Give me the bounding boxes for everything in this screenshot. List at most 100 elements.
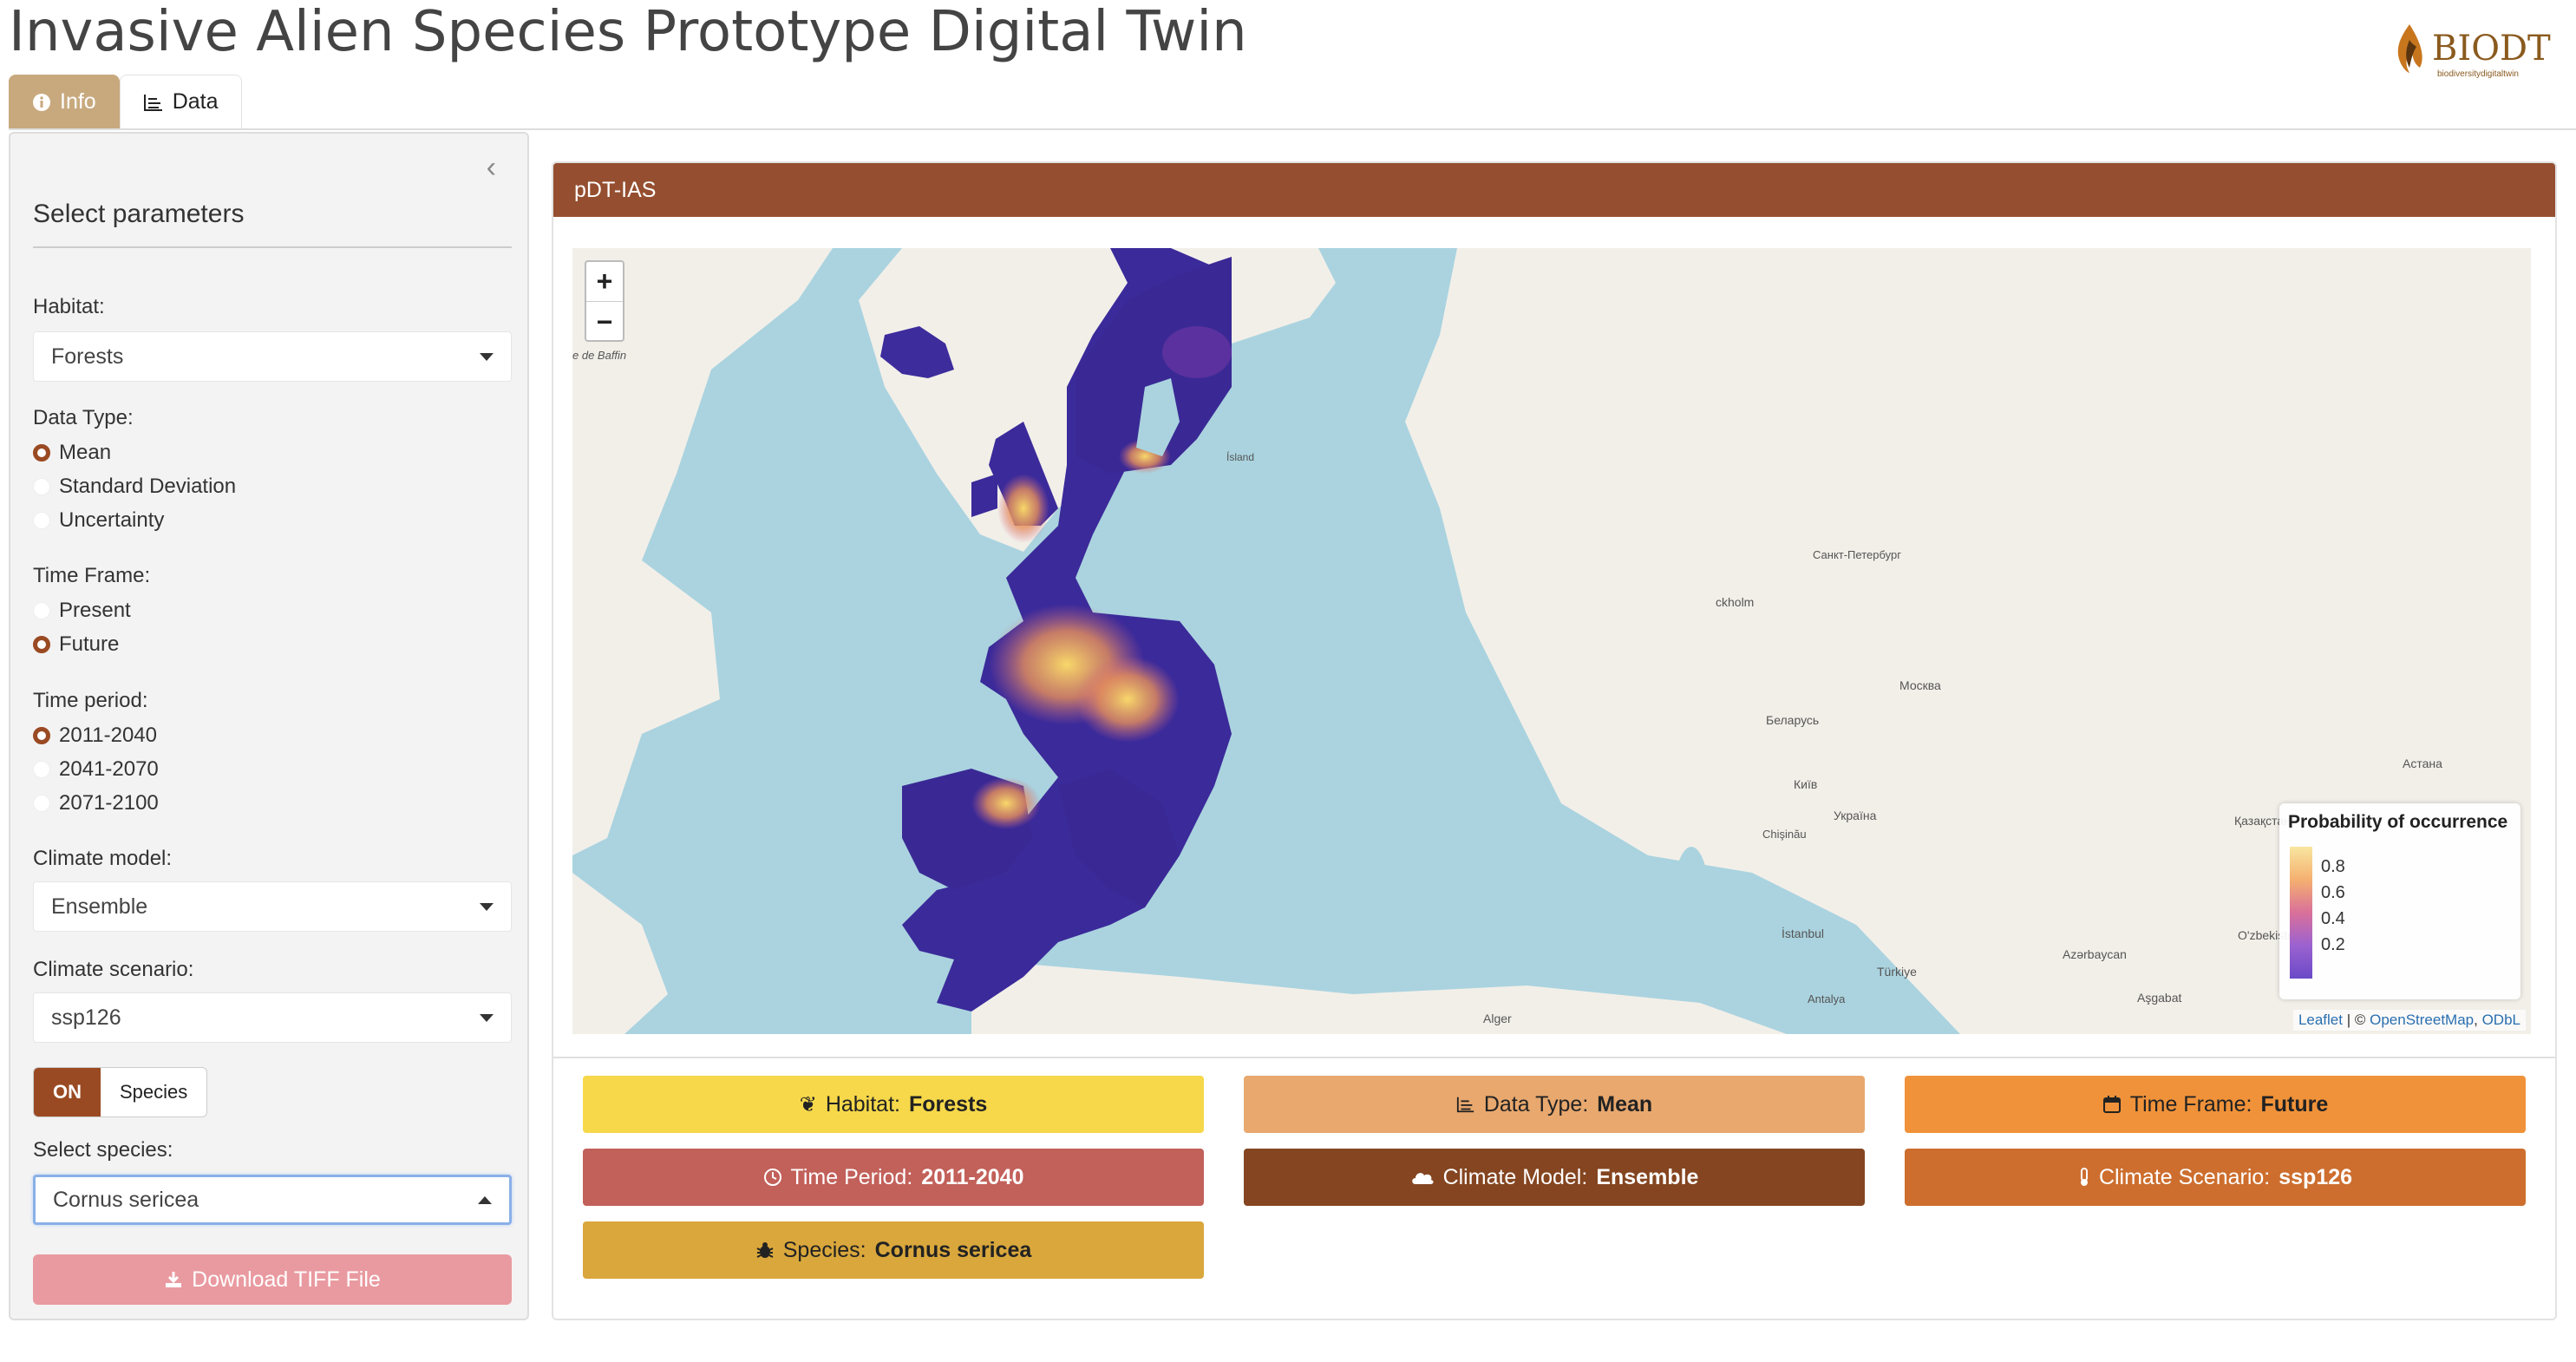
data-type-option-mean[interactable]: Mean	[33, 441, 111, 465]
leaflet-link[interactable]: Leaflet	[2298, 1012, 2343, 1028]
bug-icon	[756, 1242, 774, 1258]
climate-model-value: Ensemble	[51, 894, 148, 919]
tab-divider	[9, 128, 2576, 130]
climate-scenario-label: Climate scenario:	[33, 958, 194, 981]
time-period-option-2041[interactable]: 2041-2070	[33, 757, 159, 782]
chevron-up-icon	[478, 1195, 492, 1204]
climate-model-select[interactable]: Ensemble	[33, 881, 512, 932]
climate-model-info-box: Climate Model: Ensemble	[1244, 1149, 1865, 1206]
info-circle-icon	[33, 93, 50, 111]
black-sea	[1483, 876, 1622, 939]
species-value: Cornus sericea	[53, 1187, 199, 1212]
leaf-icon: ❦	[799, 1092, 817, 1116]
radio-label: Uncertainty	[59, 508, 165, 532]
legend-color-scale	[2290, 847, 2312, 979]
map[interactable]: e de Baffin Ísland ckholm Санкт-Петербур…	[572, 248, 2531, 1034]
map-label: Київ	[1794, 777, 1818, 791]
page-title: Invasive Alien Species Prototype Digital…	[9, 0, 1247, 64]
habitat-value: Forests	[51, 344, 124, 369]
radio-label: Present	[59, 599, 131, 622]
habitat-select[interactable]: Forests	[33, 331, 512, 382]
info-value: Ensemble	[1596, 1164, 1699, 1189]
time-frame-option-present[interactable]: Present	[33, 599, 131, 623]
logo-subtitle: biodiversitydigitaltwin	[2437, 69, 2519, 79]
info-value: Mean	[1597, 1091, 1653, 1116]
sidebar: ‹ Select parameters Habitat: Forests Dat…	[9, 132, 529, 1320]
download-icon	[166, 1272, 182, 1287]
map-label: Ísland	[1226, 451, 1255, 463]
zoom-in-button[interactable]: +	[586, 262, 623, 302]
data-type-label: Data Type:	[33, 406, 134, 429]
main-panel: pDT-IAS e de Baffin Ísland ckholm Санкт-…	[552, 161, 2557, 1320]
download-tiff-button[interactable]: Download TIFF File	[33, 1254, 512, 1305]
legend-tick: 0.2	[2321, 935, 2345, 954]
collapse-sidebar-icon[interactable]: ‹	[487, 151, 496, 185]
toggle-on-label: ON	[34, 1068, 101, 1116]
info-value: 2011-2040	[921, 1164, 1024, 1189]
odbl-link[interactable]: ODbL	[2482, 1012, 2520, 1028]
map-legend: Probability of occurrence 0.8 0.6 0.4 0.…	[2279, 803, 2520, 999]
radio-empty-icon	[33, 478, 50, 495]
species-toggle[interactable]: ON Species	[33, 1067, 208, 1117]
chevron-down-icon	[480, 352, 494, 361]
download-label: Download TIFF File	[192, 1267, 381, 1292]
radio-empty-icon	[33, 795, 50, 812]
caspian-sea	[1672, 847, 1710, 968]
data-type-info-box: Data Type: Mean	[1244, 1076, 1865, 1133]
species-select[interactable]: Cornus sericea	[33, 1175, 512, 1225]
radio-label: 2011-2040	[59, 724, 157, 747]
radio-label: 2071-2100	[59, 791, 159, 815]
map-label: İstanbul	[1782, 927, 1825, 940]
radio-empty-icon	[33, 602, 50, 619]
time-period-info-box: Time Period: 2011-2040	[583, 1149, 1204, 1206]
map-label: Türkiye	[1877, 965, 1917, 979]
legend-title: Probability of occurrence	[2288, 812, 2508, 832]
calendar-icon	[2102, 1096, 2121, 1113]
hotspot-germany	[1076, 656, 1180, 743]
map-label: Azərbaycan	[2063, 947, 2127, 961]
map-base-layer	[572, 248, 2531, 1034]
chart-icon	[1456, 1097, 1474, 1113]
habitat-info-box: ❦ Habitat: Forests	[583, 1076, 1204, 1133]
species-info-box: Species: Cornus sericea	[583, 1221, 1204, 1279]
info-label: Time Period:	[790, 1164, 913, 1189]
chart-icon	[143, 94, 162, 111]
legend-tick: 0.8	[2321, 857, 2345, 876]
habitat-label: Habitat:	[33, 295, 105, 318]
time-period-option-2011[interactable]: 2011-2040	[33, 724, 157, 748]
climate-scenario-value: ssp126	[51, 1005, 121, 1030]
zoom-control: + −	[585, 260, 624, 342]
climate-scenario-info-box: Climate Scenario: ssp126	[1905, 1149, 2526, 1206]
time-period-option-2071[interactable]: 2071-2100	[33, 791, 159, 815]
time-frame-option-future[interactable]: Future	[33, 632, 119, 657]
cloud-icon	[1411, 1173, 1434, 1184]
info-label: Climate Scenario:	[2098, 1164, 2271, 1189]
radio-label: Mean	[59, 441, 112, 464]
map-label: Санкт-Петербург	[1813, 548, 1901, 561]
attribution-comma: ,	[2474, 1012, 2482, 1028]
africa-land	[971, 959, 1787, 1034]
climate-scenario-select[interactable]: ssp126	[33, 992, 512, 1043]
radio-label: 2041-2070	[59, 757, 159, 781]
zoom-out-button[interactable]: −	[586, 302, 623, 342]
osm-link[interactable]: OpenStreetMap	[2370, 1012, 2474, 1028]
map-label: Беларусь	[1766, 713, 1820, 727]
map-label: Chişinău	[1762, 828, 1807, 841]
tab-info[interactable]: Info	[9, 75, 120, 128]
data-type-option-sd[interactable]: Standard Deviation	[33, 475, 236, 499]
tab-info-label: Info	[60, 89, 96, 114]
data-type-option-uncertainty[interactable]: Uncertainty	[33, 508, 164, 533]
thermometer-icon	[2080, 1168, 2088, 1186]
time-frame-label: Time Frame:	[33, 564, 151, 587]
hotspot-iberia	[971, 777, 1041, 829]
map-attribution: Leaflet | © OpenStreetMap, ODbL	[2292, 1010, 2526, 1031]
sidebar-divider	[33, 246, 512, 248]
info-label: Time Frame:	[2129, 1091, 2252, 1116]
tab-data[interactable]: Data	[119, 75, 242, 128]
info-value: Cornus sericea	[874, 1237, 1032, 1262]
map-divider	[553, 1057, 2555, 1058]
panel-header: pDT-IAS	[553, 163, 2555, 217]
time-period-label: Time period:	[33, 689, 148, 712]
radio-selected-icon	[33, 444, 50, 462]
climate-model-label: Climate model:	[33, 847, 173, 870]
